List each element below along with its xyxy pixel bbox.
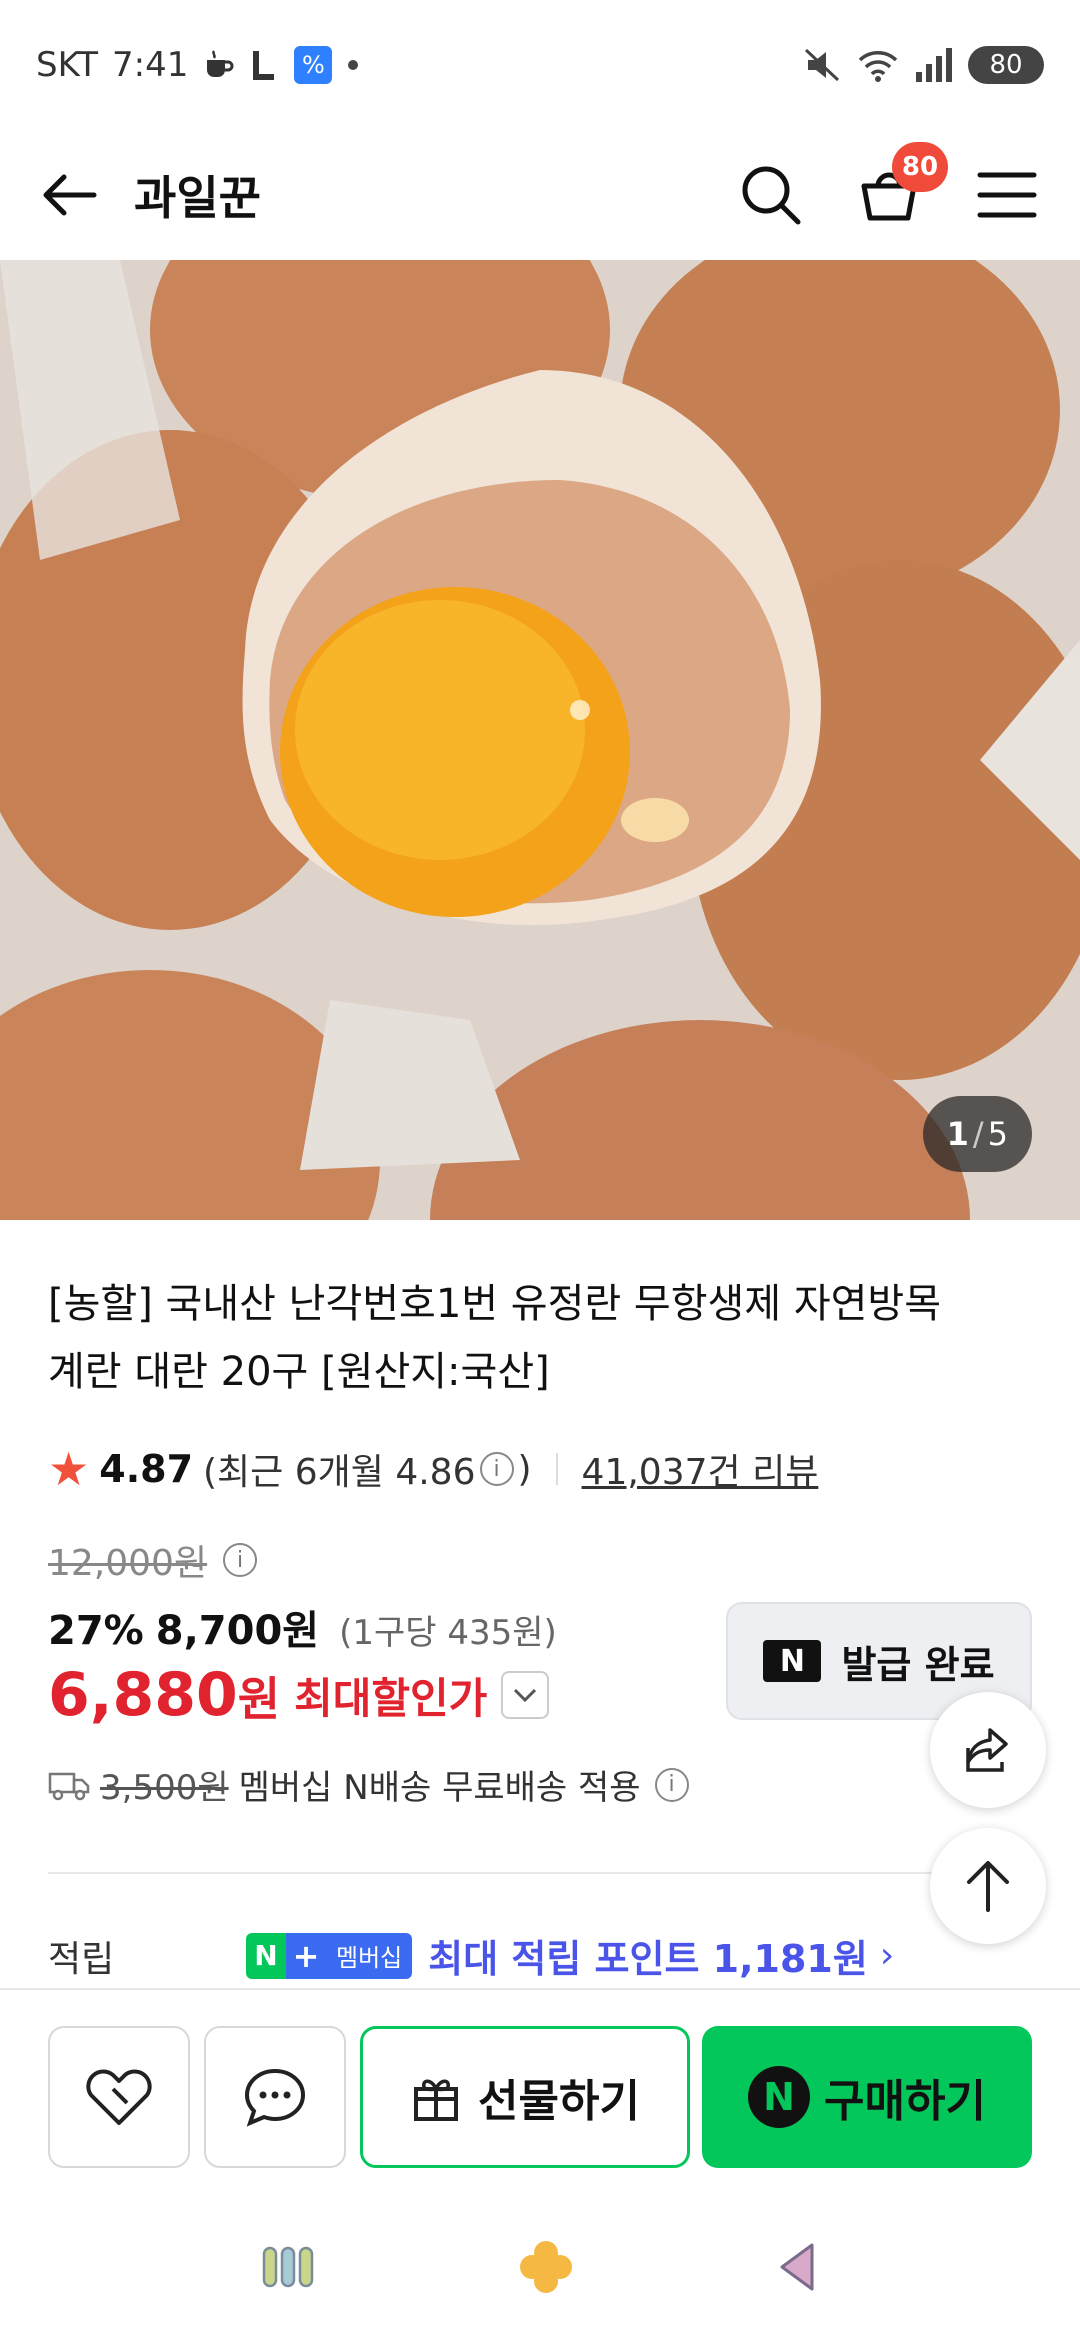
- info-icon[interactable]: i: [479, 1452, 514, 1486]
- back-button[interactable]: [40, 165, 100, 225]
- max-discount-toggle[interactable]: [501, 1671, 550, 1719]
- points-row[interactable]: 적립 N + 멤버십 최대 적립 포인트 1,181원 ›: [48, 1928, 1038, 1983]
- price-info-icon[interactable]: i: [223, 1543, 258, 1577]
- cart-count-badge: 80: [892, 142, 948, 192]
- image-total: 5: [987, 1115, 1008, 1153]
- section-divider: [48, 1872, 1032, 1874]
- divider-vertical: [555, 1453, 558, 1485]
- plus-icon: +: [286, 1932, 326, 1979]
- shipping-row: 3,500원 멤버십 N배송 무료배송 적용 i: [48, 1760, 693, 1809]
- gift-label: 선물하기: [478, 2076, 640, 2127]
- rating-score: 4.87: [99, 1447, 194, 1491]
- shipping-info-icon[interactable]: i: [654, 1767, 689, 1802]
- final-price-row: 6,880원 최대할인가: [48, 1660, 550, 1730]
- heart-icon: [86, 2069, 152, 2125]
- wishlist-button[interactable]: [48, 2026, 190, 2168]
- buy-button[interactable]: N 구매하기: [702, 2026, 1032, 2168]
- battery-indicator: 80: [968, 46, 1044, 84]
- store-name[interactable]: 과일꾼: [134, 162, 738, 228]
- arrow-up-icon: [967, 1861, 1009, 1912]
- battery-level: 80: [989, 50, 1023, 80]
- shipping-text: 멤버십 N배송 무료배송 적용: [238, 1768, 641, 1808]
- recent-rating: (최근 6개월 4.86: [203, 1452, 476, 1493]
- mute-icon: [802, 46, 842, 84]
- chat-bubble-icon: [244, 2068, 306, 2127]
- menu-button[interactable]: [974, 162, 1040, 228]
- recent-apps-icon: [262, 2246, 314, 2288]
- npay-membership-badge: N + 멤버십: [246, 1932, 413, 1979]
- status-bar: SKT 7:41 % 80: [0, 0, 1080, 130]
- coupon-label: 발급 완료: [841, 1642, 995, 1687]
- share-button[interactable]: [930, 1692, 1046, 1808]
- bottom-action-bar: 선물하기 N 구매하기: [0, 1988, 1080, 2198]
- cup-icon: [202, 48, 236, 82]
- back-nav-button[interactable]: [776, 2241, 820, 2297]
- search-icon: [742, 166, 801, 225]
- app-notification-icon: %: [294, 46, 333, 84]
- search-button[interactable]: [738, 162, 804, 228]
- naver-pay-icon: N: [748, 2066, 811, 2128]
- status-left: SKT 7:41 %: [36, 45, 360, 85]
- egg-photo: [0, 260, 1080, 1220]
- final-price-group: 6,880원: [48, 1660, 280, 1730]
- naver-n-icon: N: [763, 1640, 822, 1682]
- recent-rating-close: ): [517, 1448, 532, 1490]
- l-app-icon: [250, 47, 280, 83]
- share-icon: [966, 1728, 1008, 1772]
- system-navigation-bar: [0, 2198, 1080, 2340]
- chevron-down-icon: [514, 1688, 537, 1703]
- header-actions: 80: [738, 142, 1040, 228]
- discount-price: 8,700원: [155, 1608, 320, 1654]
- original-price: 12,000원: [48, 1543, 208, 1584]
- clock: 7:41: [112, 45, 189, 85]
- carrier-label: SKT: [36, 45, 99, 85]
- n-badge-icon: N: [246, 1932, 286, 1979]
- truck-icon: [48, 1772, 90, 1800]
- app-header: 과일꾼 80: [0, 130, 1080, 260]
- image-separator: /: [972, 1115, 984, 1153]
- home-button[interactable]: [516, 2237, 576, 2301]
- chat-button[interactable]: [204, 2026, 346, 2168]
- home-clover-icon: [520, 2241, 572, 2293]
- dot-icon: [346, 58, 360, 72]
- points-label: 적립: [48, 1938, 115, 1980]
- hamburger-menu-icon: [977, 172, 1037, 218]
- signal-icon: [914, 46, 954, 84]
- gift-button[interactable]: 선물하기: [360, 2026, 690, 2168]
- buy-label: 구매하기: [824, 2076, 986, 2127]
- back-arrow-icon: [43, 174, 97, 216]
- product-image-carousel[interactable]: 1 / 5: [0, 260, 1080, 1220]
- original-price-row: 12,000원 i: [48, 1534, 261, 1586]
- cart-button[interactable]: 80: [856, 142, 948, 228]
- final-price: 6,880: [48, 1660, 238, 1730]
- wifi-icon: [856, 46, 900, 84]
- image-counter: 1 / 5: [922, 1096, 1032, 1172]
- max-discount-label: 최대할인가: [294, 1673, 488, 1723]
- status-right: 80: [802, 46, 1044, 84]
- discount-rate: 27%: [48, 1608, 144, 1654]
- rating-row: ★ 4.87 (최근 6개월 4.86 i ) 41,037건 리뷰: [48, 1442, 818, 1496]
- final-price-unit: 원: [237, 1672, 281, 1726]
- chevron-right-icon: ›: [879, 1935, 895, 1976]
- unit-price: (1구당 435원): [339, 1613, 557, 1653]
- review-count-link[interactable]: 41,037건 리뷰: [582, 1443, 819, 1495]
- gift-icon: [414, 2079, 459, 2121]
- image-current: 1: [946, 1115, 969, 1153]
- scroll-top-button[interactable]: [930, 1828, 1046, 1944]
- discount-row: 27% 8,700원 (1구당 435원): [48, 1598, 557, 1656]
- product-title: [농할] 국내산 난각번호1번 유정란 무항생제 자연방목 계란 대란 20구 …: [48, 1281, 942, 1395]
- back-triangle-icon: [780, 2243, 814, 2291]
- points-text: 최대 적립 포인트 1,181원: [428, 1937, 868, 1981]
- recent-apps-button[interactable]: [260, 2242, 316, 2296]
- star-icon: ★: [48, 1442, 90, 1496]
- shipping-original-fee: 3,500원: [100, 1768, 229, 1808]
- membership-badge-label: 멤버십: [326, 1932, 413, 1979]
